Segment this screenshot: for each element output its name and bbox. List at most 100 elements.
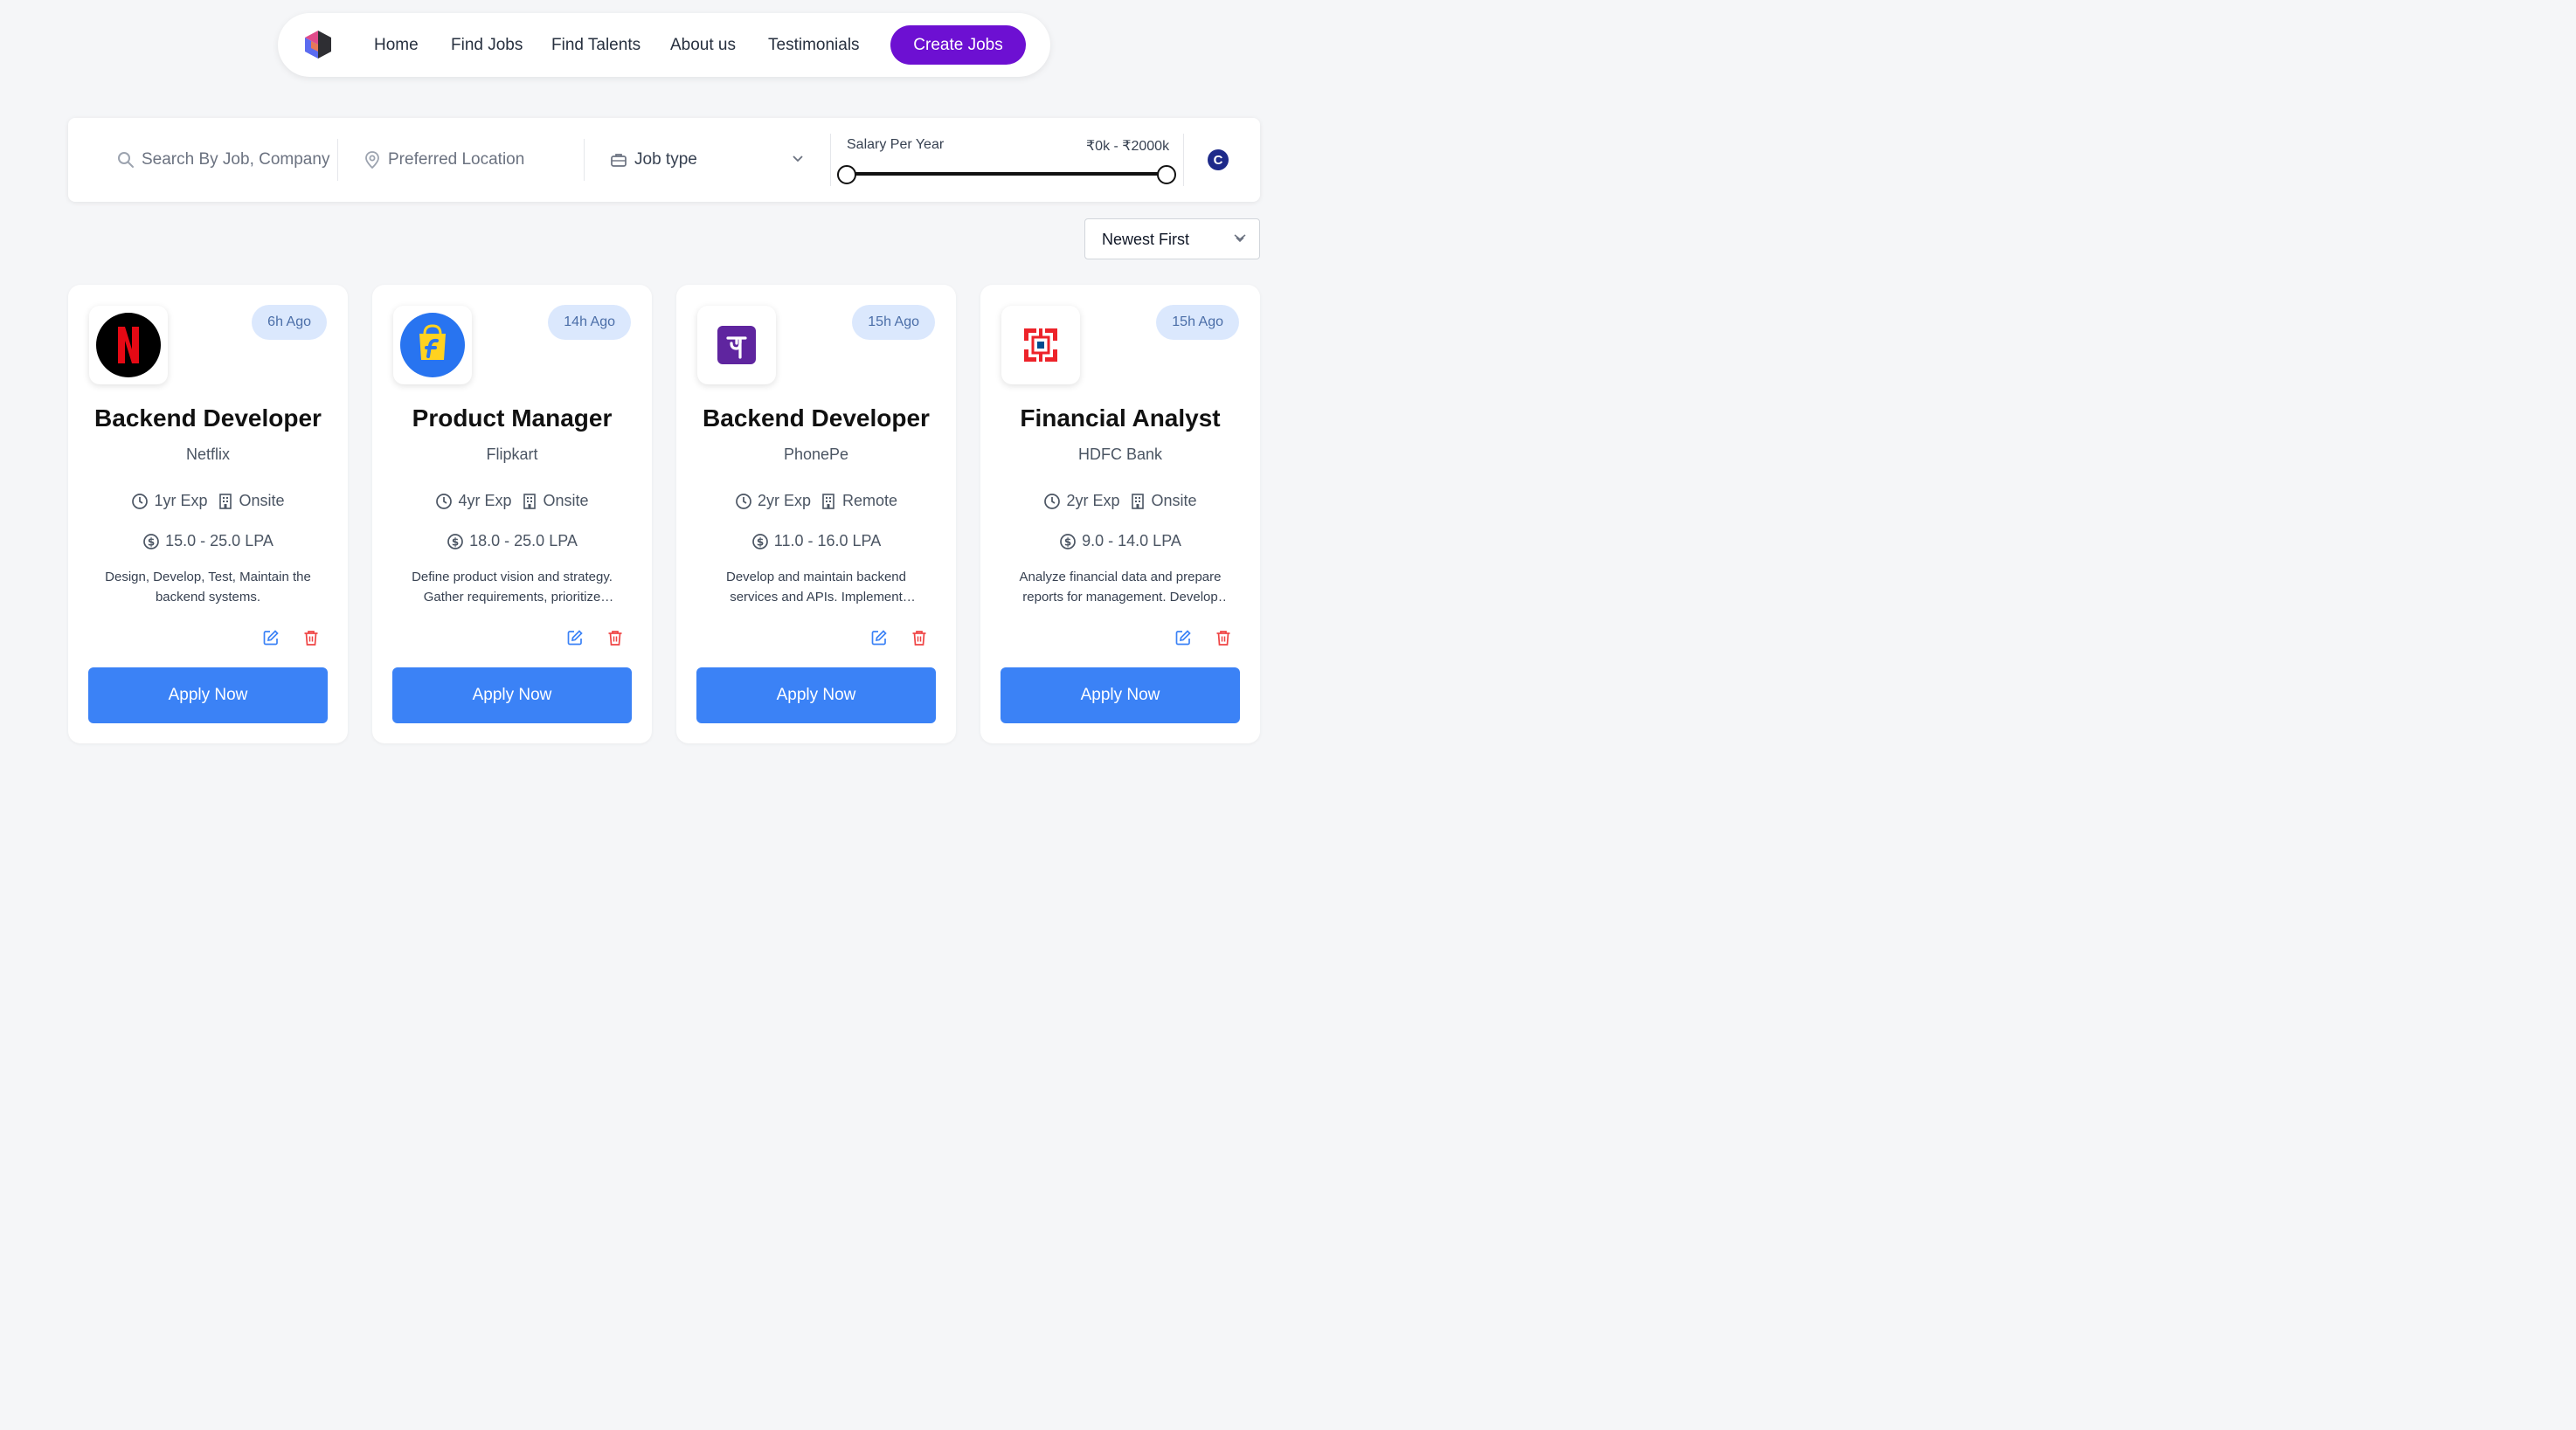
dollar-icon: $ [1060,533,1076,549]
experience-text: 2yr Exp [1066,492,1120,509]
job-description: Analyze financial data and prepare repor… [1019,570,1222,604]
job-card: 14h Ago Product Manager Flipkart 4yr Exp… [372,285,652,743]
briefcase-icon [611,154,627,167]
job-card: 6h Ago Backend Developer Netflix 1yr Exp… [68,285,348,743]
salary-row: $ 18.0 - 25.0 LPA [372,532,652,550]
posted-time-badge: 14h Ago [548,305,631,340]
flipkart-logo-icon [400,313,465,377]
work-mode-text: Onsite [1151,492,1197,509]
clock-icon [1044,493,1061,509]
job-title: Backend Developer [94,404,322,432]
salary-text: 18.0 - 25.0 LPA [469,532,578,549]
salary-text: 11.0 - 16.0 LPA [773,532,882,549]
edit-icon[interactable] [870,629,888,646]
edit-icon[interactable] [262,629,280,646]
salary-min-handle[interactable] [837,165,856,184]
job-card: 15h Ago Financial Analyst HDFC Bank 2yr … [980,285,1260,743]
location-pin-icon [365,151,379,169]
company-name: Netflix [185,446,230,463]
job-title: Backend Developer [703,404,930,432]
job-type-label: Job type [634,150,697,169]
company-logo [697,306,776,384]
nav-home-link[interactable]: Home [374,36,419,55]
location-field[interactable]: Preferred Location [364,118,582,202]
sort-selected-value: Newest First [1102,231,1190,248]
experience-text: 2yr Exp [757,492,811,509]
dollar-icon: $ [143,533,159,549]
work-mode-text: Onsite [239,492,285,509]
sort-select[interactable]: Newest First [1084,218,1260,259]
experience-text: 1yr Exp [154,492,208,509]
nav-find-talents-link[interactable]: Find Talents [551,36,641,55]
building-icon [218,493,232,509]
edit-icon[interactable] [566,629,584,646]
clock-icon [132,493,149,509]
apply-now-button[interactable]: Apply Now [88,667,328,723]
apply-now-button[interactable]: Apply Now [1001,667,1240,723]
brand-logo-icon[interactable] [302,29,334,60]
company-name: PhonePe [783,446,849,463]
job-description: Define product vision and strategy. Gath… [412,570,613,604]
salary-text: 15.0 - 25.0 LPA [165,532,274,549]
trash-icon[interactable] [302,629,320,646]
posted-time-badge: 6h Ago [252,305,327,340]
divider [337,139,338,181]
netflix-logo-icon [96,313,161,377]
top-navbar: Home Find Jobs Find Talents About us Tes… [278,13,1050,77]
salary-text: 9.0 - 14.0 LPA [1082,532,1181,549]
salary-row: $ 11.0 - 16.0 LPA [676,532,956,550]
clock-icon [436,493,453,509]
hdfc-logo-icon [1024,328,1057,362]
trash-icon[interactable] [911,629,928,646]
dollar-icon: $ [751,533,768,549]
job-title: Financial Analyst [1020,404,1221,432]
job-card: 15h Ago Backend Developer PhonePe 2yr Ex… [676,285,956,743]
location-input[interactable]: Preferred Location [388,150,524,169]
create-jobs-button[interactable]: Create Jobs [890,25,1026,65]
reset-filters-icon[interactable]: C [1208,149,1229,170]
salary-max-handle[interactable] [1157,165,1176,184]
work-mode-text: Onsite [543,492,589,509]
job-description: Develop and maintain backend services an… [726,570,906,604]
clock-icon [736,493,751,509]
apply-now-button[interactable]: Apply Now [392,667,632,723]
search-field[interactable]: Search By Job, Company [117,118,336,202]
nav-about-us-link[interactable]: About us [670,36,736,55]
posted-time-badge: 15h Ago [852,305,935,340]
company-logo [1001,306,1080,384]
filter-bar: Search By Job, Company Preferred Locatio… [68,118,1260,202]
divider [1183,134,1184,186]
double-chevron-down-icon [1234,234,1246,243]
search-input[interactable]: Search By Job, Company [142,150,329,169]
salary-label: Salary Per Year [847,137,945,152]
dollar-icon: $ [447,533,463,549]
phonepe-logo-icon [717,326,756,364]
posted-time-badge: 15h Ago [1156,305,1239,340]
chevron-down-icon[interactable] [792,155,804,163]
work-mode-text: Remote [842,492,898,509]
trash-icon[interactable] [1215,629,1232,646]
nav-find-jobs-link[interactable]: Find Jobs [451,36,523,55]
salary-row: $ 9.0 - 14.0 LPA [980,532,1260,550]
svg-text:$: $ [1064,535,1071,548]
company-name: Flipkart [486,446,538,463]
building-icon [523,493,536,509]
job-title: Product Manager [412,404,613,432]
building-icon [1131,493,1144,509]
svg-text:$: $ [148,535,155,548]
apply-now-button[interactable]: Apply Now [696,667,936,723]
trash-icon[interactable] [606,629,624,646]
job-type-select[interactable]: Job type [610,118,804,202]
experience-text: 4yr Exp [458,492,512,509]
job-meta: 2yr Exp Remote [676,492,956,510]
edit-icon[interactable] [1174,629,1192,646]
nav-testimonials-link[interactable]: Testimonials [768,36,860,55]
svg-text:$: $ [757,535,764,548]
job-meta: 4yr Exp Onsite [372,492,652,510]
company-name: HDFC Bank [1077,446,1163,463]
divider [830,134,831,186]
salary-range-value: ₹0k - ₹2000k [1086,139,1170,154]
company-logo [89,306,168,384]
salary-row: $ 15.0 - 25.0 LPA [68,532,348,550]
salary-slider-track[interactable] [847,172,1167,176]
